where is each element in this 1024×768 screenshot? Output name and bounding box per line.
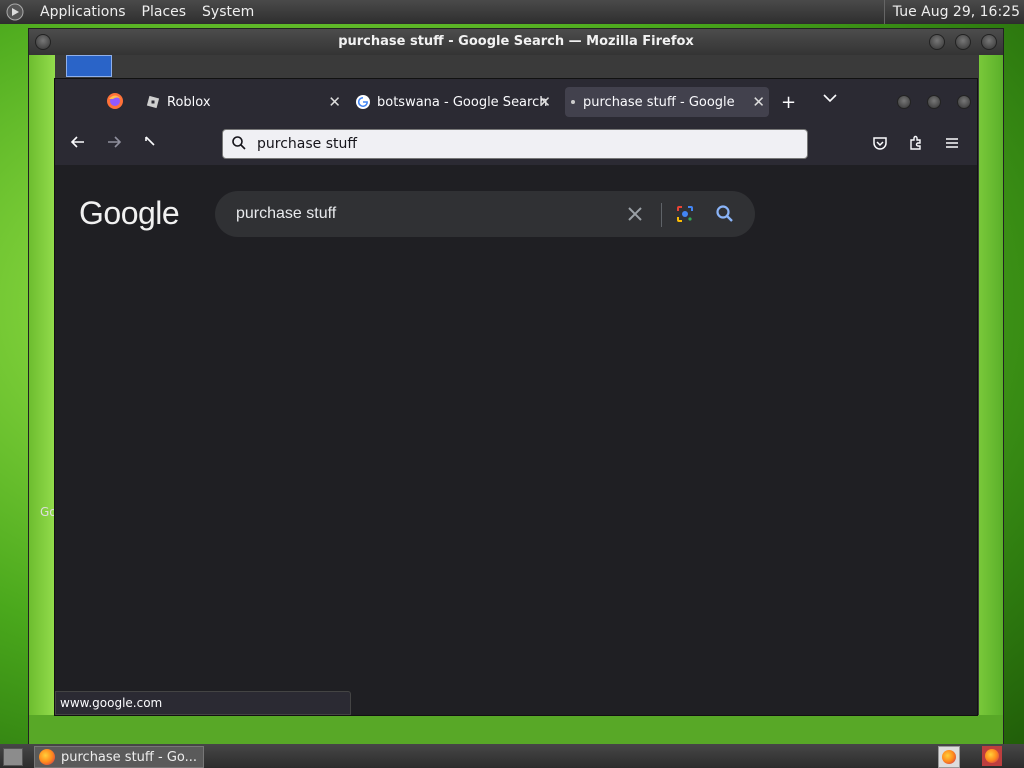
loading-dot-icon <box>569 94 577 110</box>
outer-bottom-content <box>29 715 1003 745</box>
search-icon <box>231 135 249 153</box>
window-menu-button[interactable] <box>35 34 51 50</box>
back-arrow-icon[interactable] <box>67 133 89 155</box>
minimize-button[interactable] <box>929 34 945 50</box>
stop-loading-icon[interactable] <box>139 133 161 155</box>
google-search-box[interactable]: purchase stuff <box>215 191 755 237</box>
outer-right-content <box>979 55 1003 745</box>
search-query-text[interactable]: purchase stuff <box>236 205 336 223</box>
new-tab-icon[interactable]: + <box>781 92 796 113</box>
workspace-2-icon[interactable] <box>982 746 1002 766</box>
search-submit-icon[interactable] <box>715 204 735 224</box>
close-tab-icon[interactable]: ✕ <box>538 93 551 111</box>
navigation-toolbar <box>55 123 977 166</box>
bottom-panel: purchase stuff - Go... <box>0 744 1024 768</box>
workspace-1-icon[interactable] <box>938 746 960 768</box>
taskbar-button-firefox[interactable]: purchase stuff - Go... <box>34 746 204 768</box>
close-tab-icon[interactable]: ✕ <box>752 93 765 111</box>
clear-search-icon[interactable] <box>625 204 645 224</box>
google-logo[interactable]: Google <box>79 195 180 232</box>
outer-left-content: Go <box>29 55 112 745</box>
tab-botswana[interactable]: botswana - Google Search ✕ <box>355 87 555 117</box>
pocket-icon[interactable] <box>871 134 891 154</box>
blue-tile <box>66 55 112 77</box>
distro-logo-icon[interactable] <box>4 1 26 23</box>
google-lens-icon[interactable] <box>675 204 695 224</box>
top-panel: Applications Places System Tue Aug 29, 1… <box>0 0 1024 24</box>
close-tab-icon[interactable]: ✕ <box>328 93 341 111</box>
roblox-icon <box>145 94 161 110</box>
url-bar[interactable] <box>222 129 808 159</box>
menu-applications[interactable]: Applications <box>32 4 134 20</box>
tab-label: botswana - Google Search <box>377 94 548 110</box>
maximize-button[interactable] <box>955 34 971 50</box>
tab-roblox[interactable]: Roblox ✕ <box>145 87 345 117</box>
status-bar: www.google.com <box>55 691 351 715</box>
google-icon <box>355 94 371 110</box>
panel-clock[interactable]: Tue Aug 29, 16:25 <box>883 0 1020 24</box>
tab-label: purchase stuff - Google Se <box>583 94 735 110</box>
tab-bar: Roblox ✕ botswana - Google Search ✕ purc… <box>55 79 977 123</box>
firefox-window: Roblox ✕ botswana - Google Search ✕ purc… <box>54 78 978 716</box>
divider <box>661 203 662 227</box>
close-button[interactable] <box>981 34 997 50</box>
firefox-icon <box>39 749 55 765</box>
outer-titlebar[interactable]: purchase stuff - Google Search — Mozilla… <box>29 29 1003 55</box>
url-input[interactable] <box>255 135 759 153</box>
outer-window-title: purchase stuff - Google Search — Mozilla… <box>338 34 694 49</box>
menu-system[interactable]: System <box>194 4 262 20</box>
menu-places[interactable]: Places <box>134 4 195 20</box>
tab-purchase-stuff[interactable]: purchase stuff - Google Se ✕ <box>565 87 769 117</box>
hamburger-menu-icon[interactable] <box>943 134 963 154</box>
close-button[interactable] <box>957 95 971 109</box>
list-all-tabs-icon[interactable] <box>823 91 837 107</box>
tab-label: Roblox <box>167 94 211 110</box>
show-desktop-icon[interactable] <box>3 748 23 766</box>
page-content: Google purchase stuff <box>55 165 977 715</box>
extensions-icon[interactable] <box>907 134 927 154</box>
minimize-button[interactable] <box>897 95 911 109</box>
maximize-button[interactable] <box>927 95 941 109</box>
forward-arrow-icon[interactable] <box>103 133 125 155</box>
firefox-view-icon[interactable] <box>105 91 125 111</box>
task-label: purchase stuff - Go... <box>61 749 198 765</box>
